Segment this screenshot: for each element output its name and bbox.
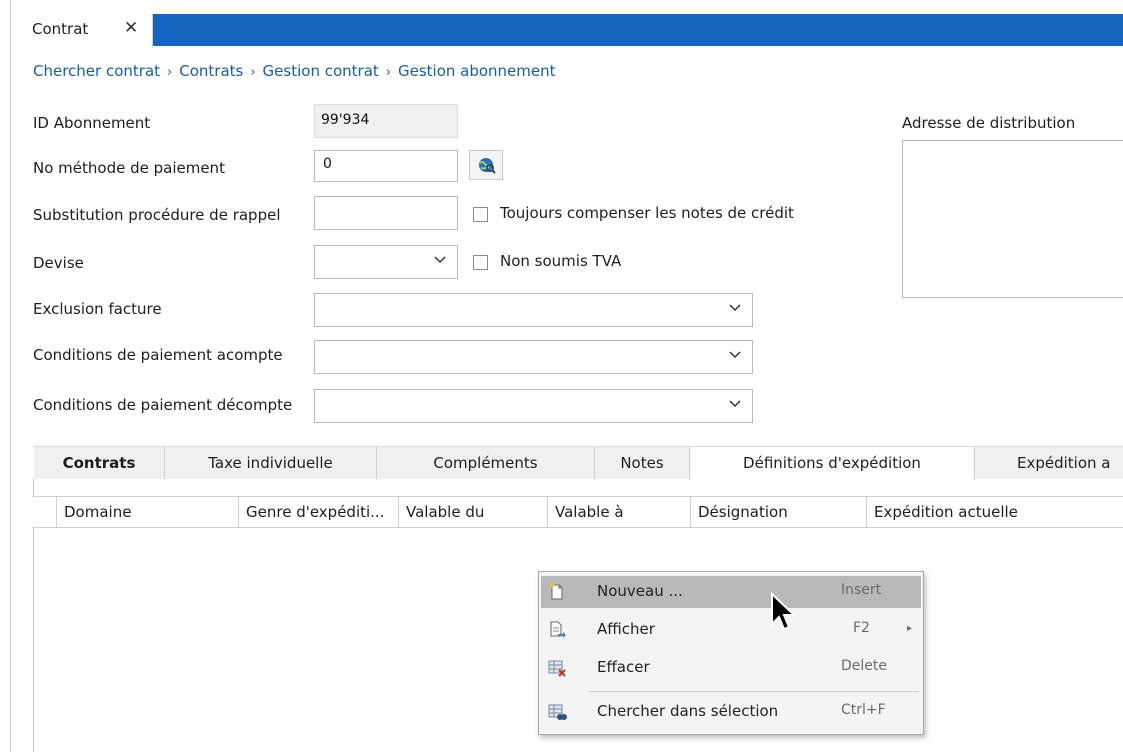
tab-notes[interactable]: Notes — [595, 447, 690, 480]
always-compensate-label: Toujours compenser les notes de crédit — [500, 204, 794, 222]
payment-terms-settlement-select[interactable] — [314, 389, 753, 423]
window-top-strip — [0, 0, 1123, 8]
address-label: Adresse de distribution — [902, 114, 1076, 132]
menu-item-label: Afficher — [597, 620, 655, 638]
reminder-procedure-label: Substitution procédure de rappel — [33, 206, 281, 224]
detail-tabs: Contrats Taxe individuelle Compléments N… — [34, 446, 1123, 481]
menu-separator — [589, 691, 919, 692]
view-document-icon — [550, 621, 566, 638]
id-abonnement-field: 99'934 — [314, 104, 458, 138]
column-valable-du[interactable]: Valable du — [399, 497, 548, 527]
tab-expedition-a[interactable]: Expédition a — [975, 447, 1123, 480]
chevron-down-icon — [729, 304, 741, 312]
column-designation[interactable]: Désignation — [691, 497, 867, 527]
tab-title: Contrat — [32, 20, 89, 38]
breadcrumb: Chercher contrat › Contrats › Gestion contra… — [33, 62, 556, 80]
tab-taxe-individuelle[interactable]: Taxe individuelle — [165, 447, 377, 480]
menu-item-afficher[interactable]: Afficher F2 ▸ — [541, 614, 921, 646]
payment-terms-deposit-label: Conditions de paiement acompte — [33, 346, 283, 364]
context-menu: Nouveau ... Insert Afficher F2 ▸ Effacer… — [538, 571, 924, 735]
chevron-down-icon — [729, 351, 741, 359]
column-genre-expedition[interactable]: Genre d'expéditi... — [239, 497, 399, 527]
breadcrumb-item-chercher-contrat[interactable]: Chercher contrat — [33, 62, 160, 80]
payment-method-value: 0 — [323, 156, 332, 172]
left-border — [10, 0, 11, 752]
breadcrumb-item-gestion-contrat[interactable]: Gestion contrat — [263, 62, 379, 80]
grid-row-selector-header — [33, 497, 57, 527]
currency-select[interactable] — [314, 245, 458, 279]
column-valable-a[interactable]: Valable à — [548, 497, 691, 527]
menu-item-label: Effacer — [597, 658, 650, 676]
delete-table-icon — [548, 660, 566, 677]
chevron-right-icon: › — [385, 65, 391, 80]
chevron-right-icon: › — [250, 65, 256, 80]
menu-item-shortcut: Insert — [841, 582, 882, 598]
menu-item-label: Chercher dans sélection — [597, 702, 779, 720]
search-table-icon — [548, 704, 567, 720]
submenu-arrow-icon: ▸ — [907, 623, 913, 634]
globe-search-button[interactable] — [469, 150, 503, 180]
invoice-exclusion-label: Exclusion facture — [33, 300, 162, 318]
tab-contrats[interactable]: Contrats — [34, 447, 165, 480]
chevron-right-icon: › — [167, 65, 173, 80]
no-vat-label: Non soumis TVA — [500, 252, 622, 270]
chevron-down-icon — [729, 400, 741, 408]
column-domaine[interactable]: Domaine — [57, 497, 239, 527]
tab-contrat[interactable]: Contrat ✕ — [20, 14, 153, 48]
menu-item-nouveau[interactable]: Nouveau ... Insert — [541, 576, 921, 608]
globe-search-icon — [479, 158, 496, 174]
menu-item-shortcut: Ctrl+F — [841, 702, 886, 718]
always-compensate-checkbox[interactable] — [473, 207, 488, 222]
tab-definitions-expedition[interactable]: Définitions d'expédition — [690, 447, 975, 481]
menu-item-shortcut: Delete — [841, 658, 887, 674]
id-abonnement-value: 99'934 — [321, 112, 370, 128]
chevron-down-icon — [434, 256, 446, 264]
currency-label: Devise — [33, 254, 84, 272]
payment-terms-settlement-label: Conditions de paiement décompte — [33, 396, 293, 414]
new-document-icon — [550, 583, 563, 600]
tab-complements[interactable]: Compléments — [377, 447, 595, 480]
menu-item-chercher-dans-selection[interactable]: Chercher dans sélection Ctrl+F — [541, 696, 921, 728]
reminder-procedure-input[interactable] — [314, 196, 458, 230]
payment-method-label: No méthode de paiement — [33, 159, 225, 177]
column-expedition-actuelle[interactable]: Expédition actuelle — [867, 497, 1123, 527]
breadcrumb-item-contrats[interactable]: Contrats — [179, 62, 243, 80]
payment-method-input[interactable]: 0 — [314, 150, 458, 182]
address-textarea[interactable] — [902, 140, 1123, 298]
menu-item-effacer[interactable]: Effacer Delete — [541, 652, 921, 684]
menu-item-shortcut: F2 — [853, 620, 870, 636]
close-icon[interactable]: ✕ — [124, 18, 138, 38]
breadcrumb-item-gestion-abonnement[interactable]: Gestion abonnement — [398, 62, 556, 80]
grid-header: Domaine Genre d'expéditi... Valable du V… — [33, 496, 1123, 528]
mouse-cursor-icon — [771, 592, 797, 631]
invoice-exclusion-select[interactable] — [314, 293, 753, 327]
payment-terms-deposit-select[interactable] — [314, 340, 753, 374]
id-abonnement-label: ID Abonnement — [33, 114, 151, 132]
no-vat-checkbox[interactable] — [473, 255, 488, 270]
menu-item-label: Nouveau ... — [597, 582, 683, 600]
document-tab-bar — [20, 14, 1123, 46]
